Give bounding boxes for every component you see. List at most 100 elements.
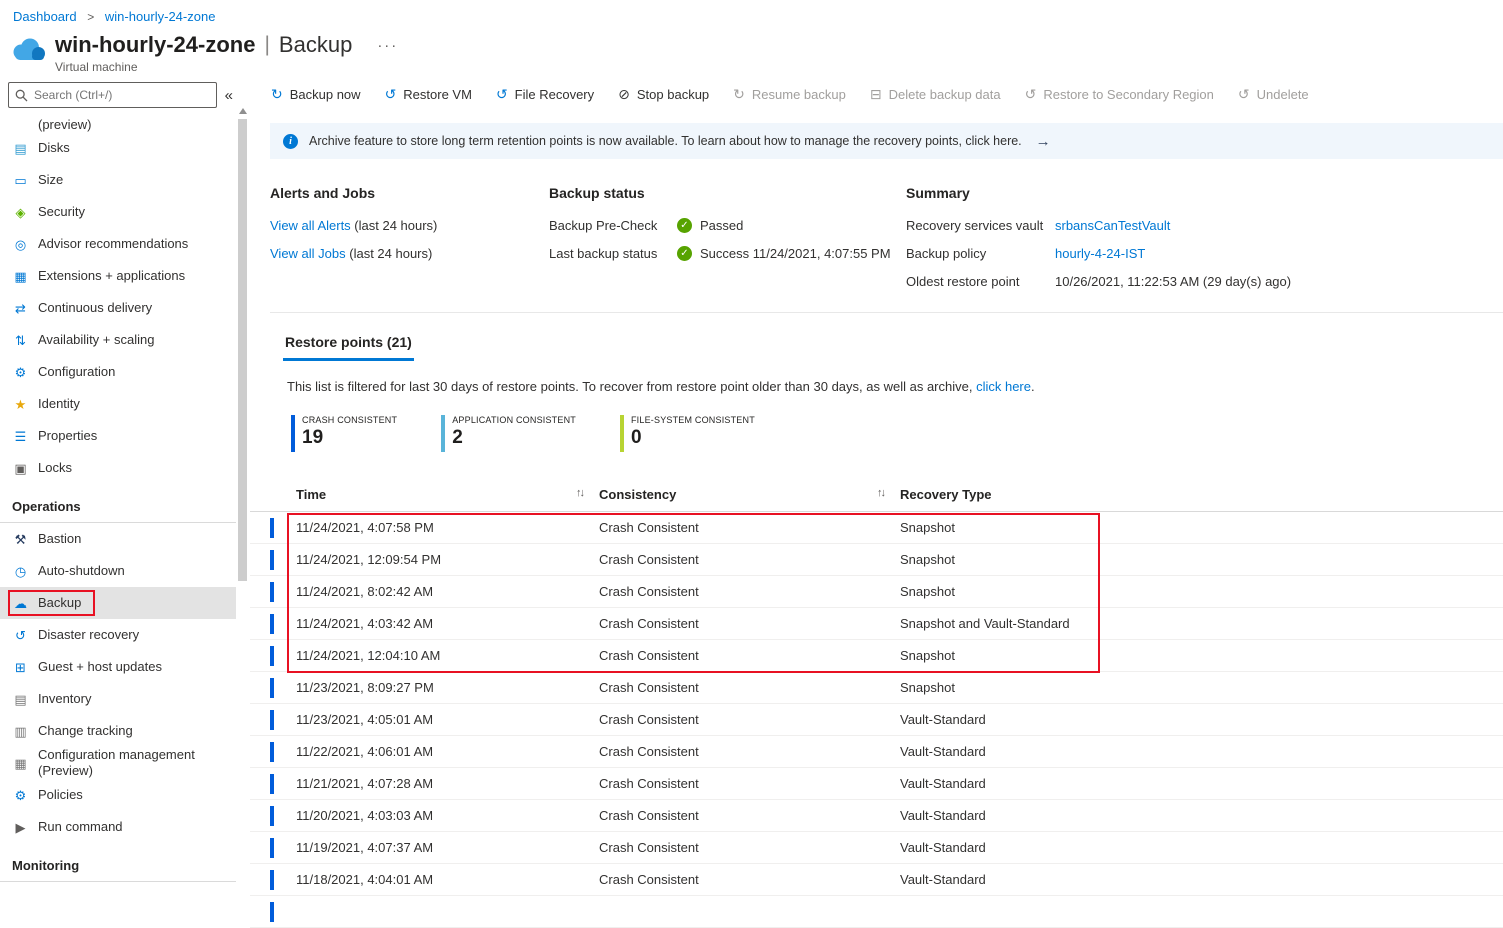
sidebar-item-identity[interactable]: ★ Identity [0, 388, 236, 420]
restore-vm-button[interactable]: ↺ Restore VM [373, 80, 484, 109]
row-bar-cell [250, 741, 296, 762]
configuration-management-icon: ▦ [14, 755, 27, 771]
link-suffix-label: (last 24 hours) [345, 246, 433, 261]
sort-icon[interactable]: ↑↓ [877, 487, 886, 502]
sidebar-item-extensions-applications[interactable]: ▦ Extensions + applications [0, 260, 236, 292]
cell-consistency: Crash Consistent [599, 872, 699, 887]
divider [270, 312, 1503, 313]
sidebar-item-policies[interactable]: ⚙ Policies [0, 779, 236, 811]
sidebar-item-locks[interactable]: ▣ Locks [0, 452, 236, 484]
extensions-icon: ▦ [14, 268, 27, 284]
stop-backup-button[interactable]: ⊘ Stop backup [606, 80, 721, 109]
summary-label: Oldest restore point [906, 274, 1020, 289]
table-row[interactable]: 11/24/2021, 12:04:10 AM Crash Consistent… [250, 640, 1503, 672]
breadcrumb-dashboard-link[interactable]: Dashboard [13, 9, 77, 24]
restore-secondary-region-button[interactable]: ↺ Restore to Secondary Region [1013, 80, 1226, 109]
undelete-icon: ↺ [1237, 86, 1250, 102]
breadcrumb-separator: > [87, 10, 95, 24]
advisor-icon: ◎ [14, 236, 27, 252]
scrollbar-thumb[interactable] [238, 119, 247, 581]
cell-time: 11/24/2021, 4:07:58 PM [296, 520, 434, 535]
table-row[interactable]: 11/23/2021, 4:05:01 AM Crash Consistent … [250, 704, 1503, 736]
sidebar-item-label: Policies [38, 787, 83, 802]
sidebar-item-configuration-management[interactable]: ▦ Configuration management (Preview) [0, 747, 236, 779]
sidebar-item-partial-preview[interactable]: (preview) [0, 117, 236, 132]
cell-time: 11/23/2021, 8:09:27 PM [296, 680, 434, 695]
table-row[interactable]: 11/22/2021, 4:06:01 AM Crash Consistent … [250, 736, 1503, 768]
sidebar-item-security[interactable]: ◈ Security [0, 196, 236, 228]
sidebar-item-availability-scaling[interactable]: ⇅ Availability + scaling [0, 324, 236, 356]
sidebar-item-bastion[interactable]: ⚒ Bastion [0, 523, 236, 555]
sidebar-item-properties[interactable]: ☰ Properties [0, 420, 236, 452]
restore-secondary-region-icon: ↺ [1024, 86, 1037, 102]
resume-backup-icon: ↻ [733, 86, 745, 102]
cell-time: 11/24/2021, 8:02:42 AM [296, 584, 434, 599]
status-value: Passed [700, 218, 744, 233]
table-row[interactable]: 11/23/2021, 8:09:27 PM Crash Consistent … [250, 672, 1503, 704]
row-bar-cell [250, 645, 296, 666]
sidebar-item-label: Change tracking [38, 723, 133, 738]
sidebar-item-size[interactable]: ▭ Size [0, 164, 236, 196]
column-header-consistency[interactable]: Consistency [599, 487, 676, 502]
sidebar-item-guest-host-updates[interactable]: ⊞ Guest + host updates [0, 651, 236, 683]
cell-consistency: Crash Consistent [599, 616, 699, 631]
summary-value[interactable]: 10/26/2021, 11:22:53 AM (29 day(s) ago) [1055, 274, 1291, 289]
sidebar-item-run-command[interactable]: ▶ Run command [0, 811, 236, 843]
availability-scaling-icon: ⇅ [15, 332, 26, 348]
table-row[interactable]: 11/24/2021, 12:09:54 PM Crash Consistent… [250, 544, 1503, 576]
sort-icon[interactable]: ↑↓ [576, 487, 585, 502]
sidebar-item-disaster-recovery[interactable]: ↺ Disaster recovery [0, 619, 236, 651]
summary-row: Backup policy hourly-4-24-IST [906, 246, 1503, 261]
table-row[interactable]: 11/24/2021, 4:03:42 AM Crash Consistent … [250, 608, 1503, 640]
table-row[interactable]: 11/19/2021, 4:07:37 AM Crash Consistent … [250, 832, 1503, 864]
more-options-icon[interactable]: ··· [377, 37, 398, 54]
stat-label: FILE-SYSTEM CONSISTENT [630, 415, 755, 425]
sidebar-item-label: Locks [38, 460, 72, 475]
cell-consistency: Crash Consistent [599, 776, 699, 791]
summary-value[interactable]: srbansCanTestVault [1055, 218, 1170, 233]
sidebar-section-operations-title: Operations [12, 499, 81, 514]
page-title-blade: Backup [278, 32, 353, 57]
sidebar-scrollbar[interactable] [237, 108, 248, 897]
sidebar-item-disks[interactable]: ▤ Disks [0, 132, 236, 164]
continuous-delivery-icon: ⇄ [15, 300, 26, 316]
table-row[interactable]: 11/18/2021, 4:04:01 AM Crash Consistent … [250, 864, 1503, 896]
undelete-button[interactable]: ↺ Undelete [1226, 80, 1321, 109]
sidebar-item-auto-shutdown[interactable]: ◷ Auto-shutdown [0, 555, 236, 587]
cell-recovery-type: Vault-Standard [900, 776, 986, 791]
table-row[interactable]: 11/21/2021, 4:07:28 AM Crash Consistent … [250, 768, 1503, 800]
breadcrumb-current-link[interactable]: win-hourly-24-zone [105, 9, 216, 24]
sidebar-collapse-button[interactable]: « [222, 85, 236, 106]
sidebar-item-change-tracking[interactable]: ▥ Change tracking [0, 715, 236, 747]
table-row[interactable]: 11/24/2021, 8:02:42 AM Crash Consistent … [250, 576, 1503, 608]
table-row[interactable]: 11/24/2021, 4:07:58 PM Crash Consistent … [250, 512, 1503, 544]
resume-backup-button[interactable]: ↻ Resume backup [721, 80, 858, 109]
row-accent-bar [270, 901, 274, 922]
status-value: Success 11/24/2021, 4:07:55 PM [700, 246, 891, 261]
scrollbar-up-arrow-icon[interactable] [238, 108, 247, 114]
sidebar-item-backup[interactable]: ☁ Backup [0, 587, 236, 619]
table-row[interactable] [250, 896, 1503, 928]
menu-search-input[interactable] [8, 82, 217, 108]
click-here-link[interactable]: click here [976, 379, 1031, 394]
sidebar-item-inventory[interactable]: ▤ Inventory [0, 683, 236, 715]
sidebar-item-label: Extensions + applications [38, 268, 186, 283]
table-row[interactable]: 11/20/2021, 4:03:03 AM Crash Consistent … [250, 800, 1503, 832]
backup-now-button[interactable]: ↻ Backup now [259, 80, 373, 109]
summary-value[interactable]: hourly-4-24-IST [1055, 246, 1145, 261]
sidebar-item-advisor-recommendations[interactable]: ◎ Advisor recommendations [0, 228, 236, 260]
view-all-link[interactable]: View all Alerts [270, 218, 351, 233]
arrow-right-icon[interactable]: → [1036, 133, 1051, 150]
policies-gear-icon: ⚙ [14, 787, 27, 803]
column-header-recovery-type[interactable]: Recovery Type [900, 487, 992, 502]
sidebar-item-configuration[interactable]: ⚙ Configuration [0, 356, 236, 388]
stat-color-bar [619, 415, 624, 452]
delete-backup-data-button[interactable]: ⊟ Delete backup data [858, 80, 1013, 109]
view-all-link[interactable]: View all Jobs [270, 246, 346, 261]
sidebar-item-continuous-delivery[interactable]: ⇄ Continuous delivery [0, 292, 236, 324]
file-recovery-button[interactable]: ↺ File Recovery [484, 80, 606, 109]
column-header-time[interactable]: Time [296, 487, 326, 502]
row-bar-cell [250, 869, 296, 890]
tab-restore-points[interactable]: Restore points (21) [283, 328, 414, 361]
inventory-icon: ▤ [14, 691, 27, 707]
